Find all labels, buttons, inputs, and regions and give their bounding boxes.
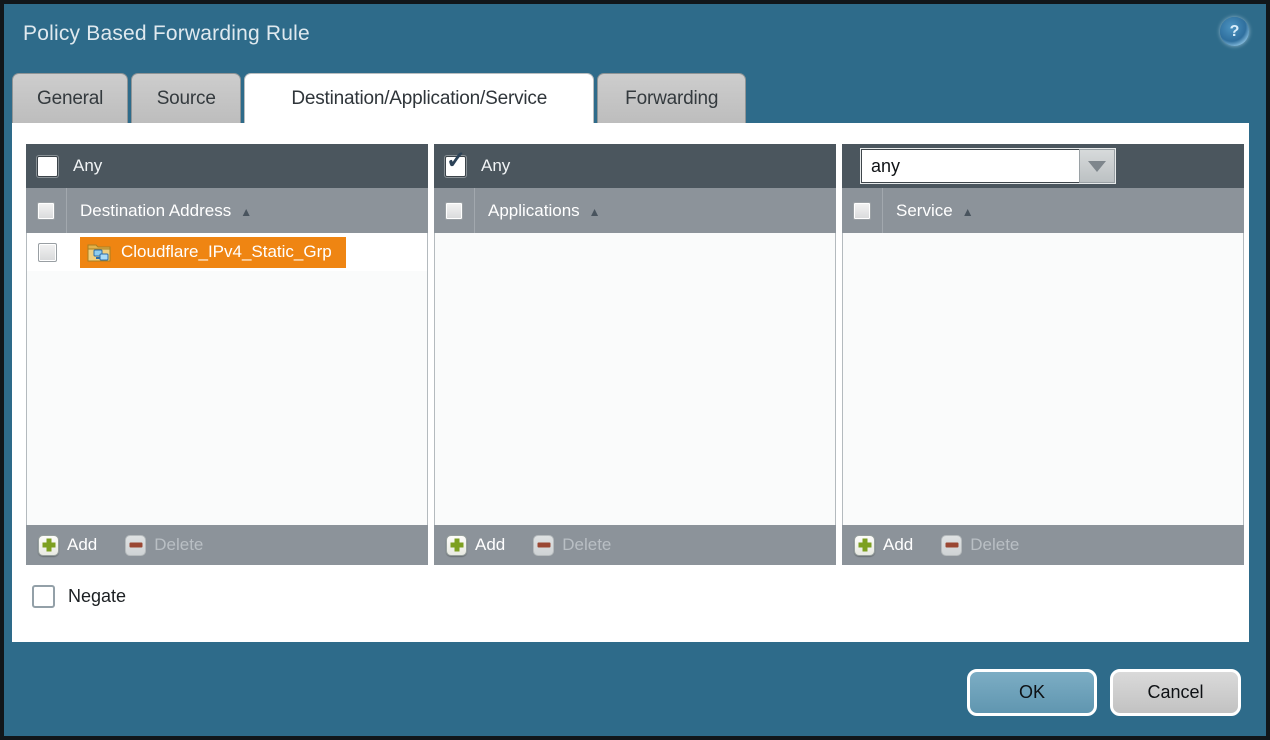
destination-address-entry[interactable]: Cloudflare_IPv4_Static_Grp bbox=[80, 237, 346, 268]
applications-any-checkbox[interactable]: ✓ bbox=[445, 156, 466, 177]
service-dropdown-header bbox=[842, 144, 1244, 188]
tab-bar: General Source Destination/Application/S… bbox=[12, 73, 746, 123]
applications-table-header: Applications ▲ bbox=[434, 188, 836, 233]
title-bar: Policy Based Forwarding Rule ? bbox=[4, 4, 1266, 68]
delete-minus-icon bbox=[125, 535, 146, 556]
help-icon-glyph: ? bbox=[1230, 23, 1240, 41]
applications-select-all-cell bbox=[434, 188, 475, 233]
destination-list: Cloudflare_IPv4_Static_Grp bbox=[26, 233, 428, 525]
destination-add-button[interactable]: Add bbox=[38, 535, 97, 556]
destination-select-all-checkbox[interactable] bbox=[37, 202, 55, 220]
service-table-header: Service ▲ bbox=[842, 188, 1244, 233]
applications-footer: Add Delete bbox=[434, 525, 836, 565]
applications-delete-button[interactable]: Delete bbox=[533, 535, 611, 556]
add-label: Add bbox=[67, 535, 97, 555]
delete-label: Delete bbox=[970, 535, 1019, 555]
applications-any-header: ✓ Any bbox=[434, 144, 836, 188]
destination-header-label: Destination Address bbox=[80, 201, 231, 221]
service-mode-input[interactable] bbox=[861, 149, 1079, 183]
service-add-button[interactable]: Add bbox=[854, 535, 913, 556]
applications-column-header[interactable]: Applications ▲ bbox=[475, 188, 601, 233]
tab-general[interactable]: General bbox=[12, 73, 128, 123]
delete-label: Delete bbox=[154, 535, 203, 555]
destination-select-all-cell bbox=[26, 188, 67, 233]
applications-header-label: Applications bbox=[488, 201, 580, 221]
tab-forwarding[interactable]: Forwarding bbox=[597, 73, 746, 123]
destination-footer: Add Delete bbox=[26, 525, 428, 565]
service-column-header[interactable]: Service ▲ bbox=[883, 188, 974, 233]
delete-minus-icon bbox=[941, 535, 962, 556]
add-label: Add bbox=[883, 535, 913, 555]
pbf-rule-dialog: Policy Based Forwarding Rule ? General S… bbox=[0, 0, 1270, 740]
tab-content-panel: Any Destination Address ▲ bbox=[12, 123, 1249, 642]
service-list bbox=[842, 233, 1244, 525]
service-delete-button[interactable]: Delete bbox=[941, 535, 1019, 556]
ok-button[interactable]: OK bbox=[967, 669, 1097, 716]
destination-column-header[interactable]: Destination Address ▲ bbox=[67, 188, 252, 233]
destination-row-checkbox[interactable] bbox=[38, 243, 57, 262]
delete-label: Delete bbox=[562, 535, 611, 555]
applications-column: ✓ Any Applications ▲ bbox=[434, 144, 836, 565]
delete-minus-icon bbox=[533, 535, 554, 556]
service-footer: Add Delete bbox=[842, 525, 1244, 565]
destination-table-header: Destination Address ▲ bbox=[26, 188, 428, 233]
service-select-all-cell bbox=[842, 188, 883, 233]
destination-any-header: Any bbox=[26, 144, 428, 188]
add-label: Add bbox=[475, 535, 505, 555]
applications-any-label: Any bbox=[481, 156, 510, 176]
applications-select-all-checkbox[interactable] bbox=[445, 202, 463, 220]
table-row: Cloudflare_IPv4_Static_Grp bbox=[27, 233, 427, 271]
service-column: Service ▲ Add Delete bbox=[842, 144, 1244, 565]
destination-column: Any Destination Address ▲ bbox=[26, 144, 428, 565]
service-dropdown-button[interactable] bbox=[1079, 149, 1115, 183]
cancel-button[interactable]: Cancel bbox=[1110, 669, 1241, 716]
negate-label: Negate bbox=[68, 586, 126, 607]
address-group-icon bbox=[87, 241, 113, 263]
tab-source[interactable]: Source bbox=[131, 73, 241, 123]
service-select-all-checkbox[interactable] bbox=[853, 202, 871, 220]
applications-list bbox=[434, 233, 836, 525]
sort-asc-icon: ▲ bbox=[962, 205, 974, 219]
sort-asc-icon: ▲ bbox=[589, 205, 601, 219]
negate-row: Negate bbox=[32, 585, 126, 608]
destination-delete-button[interactable]: Delete bbox=[125, 535, 203, 556]
add-plus-icon bbox=[38, 535, 59, 556]
chevron-down-icon bbox=[1088, 161, 1106, 172]
dialog-title: Policy Based Forwarding Rule bbox=[23, 22, 310, 46]
applications-add-button[interactable]: Add bbox=[446, 535, 505, 556]
sort-asc-icon: ▲ bbox=[240, 205, 252, 219]
add-plus-icon bbox=[854, 535, 875, 556]
columns-container: Any Destination Address ▲ bbox=[26, 144, 1244, 565]
service-mode-combo bbox=[861, 149, 1115, 183]
negate-checkbox[interactable] bbox=[32, 585, 55, 608]
destination-any-label: Any bbox=[73, 156, 102, 176]
service-header-label: Service bbox=[896, 201, 953, 221]
help-icon[interactable]: ? bbox=[1220, 17, 1249, 46]
destination-any-checkbox[interactable] bbox=[37, 156, 58, 177]
add-plus-icon bbox=[446, 535, 467, 556]
checkmark-icon: ✓ bbox=[446, 149, 466, 173]
destination-address-label: Cloudflare_IPv4_Static_Grp bbox=[121, 242, 332, 262]
tab-destination-application-service[interactable]: Destination/Application/Service bbox=[244, 73, 594, 123]
